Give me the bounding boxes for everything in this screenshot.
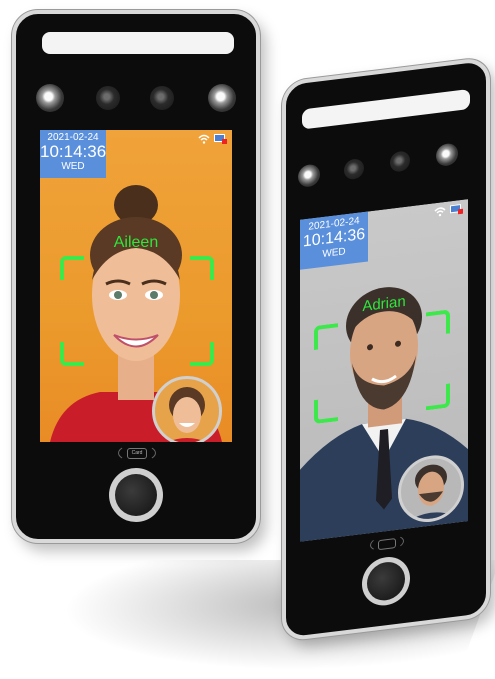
face-frame-corner-bl xyxy=(60,342,84,366)
wifi-icon xyxy=(198,134,210,144)
face-frame-corner-br xyxy=(190,342,214,366)
fingerprint-sensor-icon xyxy=(115,474,157,516)
wifi-icon xyxy=(434,207,446,217)
face-frame-corner-br xyxy=(426,383,450,411)
camera-lens-icon xyxy=(344,157,364,181)
network-disconnected-icon xyxy=(450,204,463,215)
status-bar xyxy=(198,134,228,144)
nfc-wave-icon xyxy=(370,533,404,554)
nfc-wave-icon xyxy=(118,444,156,462)
datetime-panel: 2021-02-24 10:14:36 WED xyxy=(300,211,368,270)
time-text: 10:14:36 xyxy=(40,142,107,161)
fill-light-bar xyxy=(42,32,234,54)
face-frame-corner-bl xyxy=(314,397,338,425)
camera-lens-icon xyxy=(390,150,410,173)
ir-sensor-icon xyxy=(436,142,458,168)
display-screen: 2021-02-24 10:14:36 WED Aileen xyxy=(40,130,232,442)
camera-lens-icon xyxy=(96,86,120,110)
datetime-panel: 2021-02-24 10:14:36 WED xyxy=(40,130,106,178)
network-disconnected-icon xyxy=(214,134,227,144)
ir-sensor-icon xyxy=(208,84,236,112)
matched-face-thumbnail xyxy=(152,376,222,442)
display-screen: 2021-02-24 10:14:36 WED Adrian xyxy=(300,199,468,542)
recognized-name: Aileen xyxy=(113,234,159,251)
face-terminal-right: 2021-02-24 10:14:36 WED Adrian xyxy=(282,56,490,642)
ir-sensor-icon xyxy=(36,84,64,112)
face-frame-corner-tl xyxy=(60,256,84,280)
fill-light-bar xyxy=(302,88,470,130)
face-frame-corner-tr xyxy=(190,256,214,280)
face-frame-corner-tr xyxy=(426,309,450,337)
face-frame-corner-tl xyxy=(314,323,338,351)
face-terminal-left: 2021-02-24 10:14:36 WED Aileen Card xyxy=(12,10,260,543)
weekday-text: WED xyxy=(61,161,85,172)
camera-lens-icon xyxy=(150,86,174,110)
ir-sensor-icon xyxy=(298,163,320,189)
